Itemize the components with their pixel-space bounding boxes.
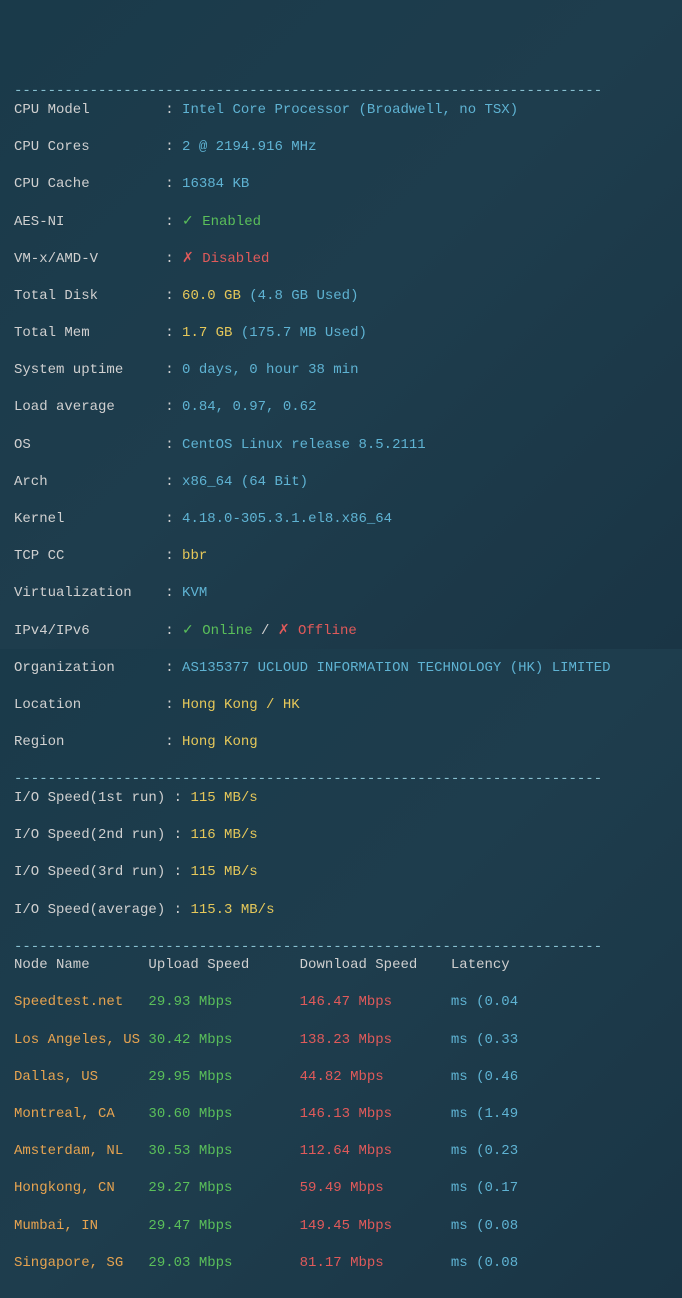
location: Location : Hong Kong / HK — [14, 696, 668, 715]
speedtest-row: Speedtest.net 29.93 Mbps 146.47 Mbps ms … — [14, 993, 668, 1012]
io-speed-avg: I/O Speed(average) : 115.3 MB/s — [14, 901, 668, 920]
divider: ----------------------------------------… — [14, 83, 602, 99]
total-mem: Total Mem : 1.7 GB (175.7 MB Used) — [14, 324, 668, 343]
vmx-amdv: VM-x/AMD-V : ✗ Disabled — [14, 250, 668, 269]
speedtest-header: Node Name Upload Speed Download Speed La… — [14, 956, 668, 975]
tcp-cc: TCP CC : bbr — [14, 547, 668, 566]
speedtest-row: Mumbai, IN 29.47 Mbps 149.45 Mbps ms (0.… — [14, 1217, 668, 1236]
speedtest-row: Dallas, US 29.95 Mbps 44.82 Mbps ms (0.4… — [14, 1068, 668, 1087]
speedtest-row: Hongkong, CN 29.27 Mbps 59.49 Mbps ms (0… — [14, 1179, 668, 1198]
total-disk: Total Disk : 60.0 GB (4.8 GB Used) — [14, 287, 668, 306]
arch: Arch : x86_64 (64 Bit) — [14, 473, 668, 492]
io-speed-3: I/O Speed(3rd run) : 115 MB/s — [14, 863, 668, 882]
io-speed-1: I/O Speed(1st run) : 115 MB/s — [14, 789, 668, 808]
divider: ----------------------------------------… — [14, 771, 602, 787]
kernel: Kernel : 4.18.0-305.3.1.el8.x86_64 — [14, 510, 668, 529]
ipv4-ipv6: IPv4/IPv6 : ✓ Online / ✗ Offline — [14, 622, 668, 641]
region: Region : Hong Kong — [14, 733, 668, 752]
cpu-cache: CPU Cache : 16384 KB — [14, 175, 668, 194]
os: OS : CentOS Linux release 8.5.2111 — [14, 436, 668, 455]
organization: Organization : AS135377 UCLOUD INFORMATI… — [14, 659, 668, 678]
system-uptime: System uptime : 0 days, 0 hour 38 min — [14, 361, 668, 380]
cpu-cores: CPU Cores : 2 @ 2194.916 MHz — [14, 138, 668, 157]
speedtest-row: Singapore, SG 29.03 Mbps 81.17 Mbps ms (… — [14, 1254, 668, 1273]
speedtest-row: Amsterdam, NL 30.53 Mbps 112.64 Mbps ms … — [14, 1142, 668, 1161]
io-speed-2: I/O Speed(2nd run) : 116 MB/s — [14, 826, 668, 845]
aes-ni: AES-NI : ✓ Enabled — [14, 213, 668, 232]
virtualization: Virtualization : KVM — [14, 584, 668, 603]
cpu-model: CPU Model : Intel Core Processor (Broadw… — [14, 101, 668, 120]
load-average: Load average : 0.84, 0.97, 0.62 — [14, 398, 668, 417]
divider: ----------------------------------------… — [14, 939, 602, 955]
speedtest-row: Montreal, CA 30.60 Mbps 146.13 Mbps ms (… — [14, 1105, 668, 1124]
speedtest-row: Los Angeles, US 30.42 Mbps 138.23 Mbps m… — [14, 1031, 668, 1050]
